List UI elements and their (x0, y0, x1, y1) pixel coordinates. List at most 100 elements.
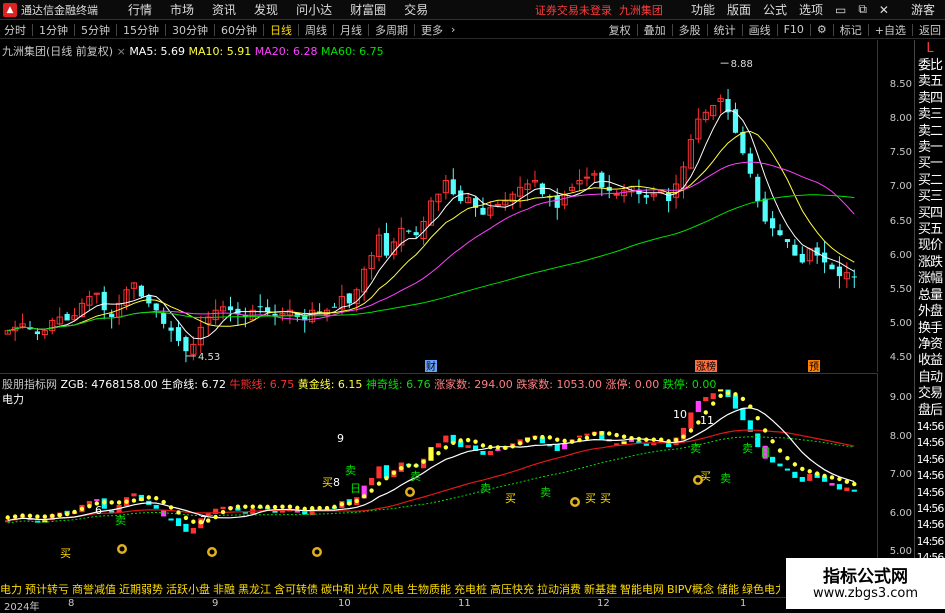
concept-tag[interactable]: 电力 (0, 582, 22, 596)
minimize-icon[interactable]: ▭ (829, 3, 852, 17)
indicator-panel[interactable]: 股朋指标网 ZGB: 4768158.00 生命线: 6.72 牛熊线: 6.7… (0, 373, 878, 591)
period-tab-daily[interactable]: 日线 (266, 22, 296, 38)
more-chevron-icon[interactable]: › (447, 23, 459, 36)
concept-tag[interactable]: 预计转亏 (25, 582, 69, 596)
side-tab-item[interactable]: 买五 (915, 222, 945, 238)
period-tab-5min[interactable]: 5分钟 (77, 22, 114, 38)
add-favorite-button[interactable]: +自选 (871, 22, 910, 38)
gold-dot (243, 504, 248, 509)
concept-tag[interactable]: 碳中和 (321, 582, 354, 596)
period-tab-weekly[interactable]: 周线 (301, 22, 331, 38)
side-tab-item[interactable]: 卖二 (915, 124, 945, 140)
gold-dot (777, 448, 783, 453)
concept-tag[interactable]: 智能电网 (620, 582, 664, 596)
indicator-axis-tick: 8.00 (889, 430, 912, 442)
side-tab-item[interactable]: 换手 (915, 321, 945, 337)
menu-item-ask[interactable]: 问小达 (287, 1, 341, 18)
stats-button[interactable]: 统计 (710, 22, 740, 38)
side-tab-item[interactable]: 现价 (915, 238, 945, 254)
concept-tag[interactable]: 近期弱势 (119, 582, 163, 596)
draw-line-button[interactable]: 画线 (745, 22, 775, 38)
high-price-label: 8.88 (731, 59, 753, 70)
side-tab-item[interactable]: 盘后 (915, 403, 945, 419)
concept-tag[interactable]: 光伏 (357, 582, 379, 596)
period-tab-multi[interactable]: 多周期 (371, 22, 412, 38)
menu-item-formula[interactable]: 公式 (757, 1, 793, 18)
side-tab-item[interactable]: 涨跌 (915, 255, 945, 271)
side-tab-item[interactable]: 净资 (915, 337, 945, 353)
mark-button[interactable]: 标记 (836, 22, 866, 38)
concept-tag[interactable]: 新基建 (584, 582, 617, 596)
period-tab-60min[interactable]: 60分钟 (217, 22, 261, 38)
menu-item-news[interactable]: 资讯 (203, 1, 245, 18)
price-chart-panel[interactable]: 九洲集团(日线 前复权) × MA5: 5.69 MA10: 5.91 MA20… (0, 40, 878, 372)
concept-tag[interactable]: 拉动消费 (537, 582, 581, 596)
menu-item-function[interactable]: 功能 (685, 1, 721, 18)
concept-tag[interactable]: 风电 (382, 582, 404, 596)
restore-icon[interactable]: ⧉ (852, 2, 873, 17)
close-icon[interactable]: ✕ (873, 3, 895, 17)
settings-icon[interactable]: ⚙ (813, 23, 831, 36)
side-tab-item[interactable]: 卖三 (915, 107, 945, 123)
menu-item-wealth[interactable]: 财富圈 (341, 1, 395, 18)
concept-tag[interactable]: 生物质能 (407, 582, 451, 596)
side-tab-item[interactable]: 交易 (915, 386, 945, 402)
menu-item-market[interactable]: 市场 (161, 1, 203, 18)
side-tab-item[interactable]: 委比 (915, 58, 945, 74)
multi-stock-button[interactable]: 多股 (675, 22, 705, 38)
period-tab-monthly[interactable]: 月线 (336, 22, 366, 38)
trade-login-warning[interactable]: 证券交易未登录 九洲集团 (535, 2, 663, 18)
side-tab-item[interactable]: 收益 (915, 353, 945, 369)
period-tab-1min[interactable]: 1分钟 (35, 22, 72, 38)
overlay-button[interactable]: 叠加 (640, 22, 670, 38)
back-button[interactable]: 返回 (915, 22, 945, 38)
side-tab-item[interactable]: 涨幅 (915, 271, 945, 287)
concept-tag[interactable]: 绿色电力 (742, 582, 780, 596)
side-tab-item[interactable]: 买四 (915, 206, 945, 222)
concept-tag[interactable]: 非融 (213, 582, 235, 596)
side-tab-item[interactable]: 自动 (915, 370, 945, 386)
adjust-button[interactable]: 复权 (605, 22, 635, 38)
gold-dot (837, 476, 842, 482)
side-tab-item[interactable]: 总量 (915, 288, 945, 304)
f10-button[interactable]: F10 (780, 23, 808, 36)
period-tab-more[interactable]: 更多 (417, 22, 447, 38)
signal-bar (220, 506, 226, 510)
concept-tag[interactable]: 储能 (717, 582, 739, 596)
signal-bar (688, 412, 694, 429)
concept-tag[interactable]: 含可转债 (274, 582, 318, 596)
signal-bar (703, 397, 709, 402)
side-tab-item[interactable]: 买一 (915, 156, 945, 172)
candle-body (747, 153, 753, 174)
concept-tag[interactable]: 高压快充 (490, 582, 534, 596)
menu-item-quotes[interactable]: 行情 (119, 1, 161, 18)
side-tab-item[interactable]: 卖一 (915, 140, 945, 156)
menu-item-discover[interactable]: 发现 (245, 1, 287, 18)
signal-label: 卖 (410, 470, 421, 483)
menu-item-layout[interactable]: 版面 (721, 1, 757, 18)
side-tab-item[interactable]: 买二 (915, 173, 945, 189)
concept-tag[interactable]: 活跃小盘 (166, 582, 210, 596)
menu-item-options[interactable]: 选项 (793, 1, 829, 18)
side-tab-item[interactable]: 卖四 (915, 91, 945, 107)
candle-body (406, 230, 412, 232)
signal-bar (792, 471, 798, 478)
concept-tag[interactable]: 充电桩 (454, 582, 487, 596)
period-tab-15min[interactable]: 15分钟 (119, 22, 163, 38)
menu-item-trade[interactable]: 交易 (395, 1, 437, 18)
period-tab-timeshare[interactable]: 分时 (0, 22, 30, 38)
period-tab-30min[interactable]: 30分钟 (168, 22, 212, 38)
concept-tag[interactable]: BIPV概念 (667, 582, 714, 596)
indicator-axis-tick: 9.00 (889, 392, 912, 403)
side-tab-level[interactable]: L (915, 40, 945, 58)
candle-body (762, 198, 768, 222)
side-tab-item[interactable]: 卖五 (915, 74, 945, 90)
concept-tag[interactable]: 商誉减值 (72, 582, 116, 596)
side-tab-item[interactable]: 外盘 (915, 304, 945, 320)
candle-body (799, 253, 805, 263)
gold-dot (176, 510, 181, 515)
side-tab-item[interactable]: 买三 (915, 189, 945, 205)
concept-tag[interactable]: 黑龙江 (238, 582, 271, 596)
gold-dot (309, 506, 315, 511)
guest-user[interactable]: 游客 (911, 1, 935, 18)
